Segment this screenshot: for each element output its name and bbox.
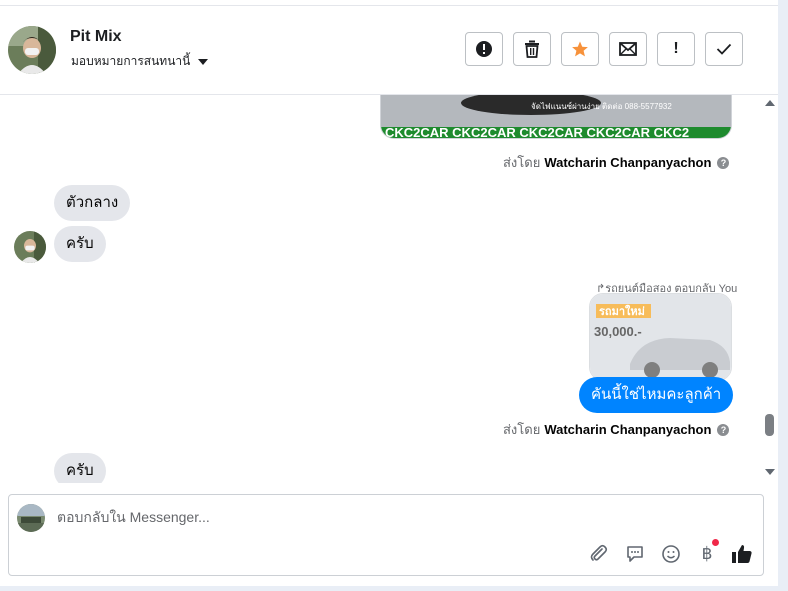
follow-up-button[interactable]: ! [657,32,695,66]
star-button[interactable] [561,32,599,66]
attached-image[interactable]: จัดไฟแนนซ์ผ่านง่าย ติดต่อ 088-5577932 CK… [380,95,732,139]
thumbs-up-icon[interactable] [731,543,753,565]
message-thread[interactable]: จัดไฟแนนซ์ผ่านง่าย ติดต่อ 088-5577932 CK… [0,95,778,483]
star-icon [572,41,588,57]
image-title: รถมาใหม่ [599,304,645,318]
sent-by-prefix: ส่งโดย [503,422,541,437]
avatar [14,231,46,263]
reply-composer: ฿ [8,494,764,576]
help-icon[interactable]: ? [717,156,730,169]
caret-down-icon [198,58,209,65]
outgoing-message[interactable]: คันนี้ใช่ไหมคะลูกค้า [579,377,734,413]
attach-icon[interactable] [588,543,610,565]
delete-button[interactable] [513,32,551,66]
assign-label: มอบหมายการสนทนานี้ [71,54,191,68]
scroll-down-icon[interactable] [765,469,775,475]
page-avatar [17,504,45,532]
mark-unread-button[interactable] [609,32,647,66]
scroll-up-icon[interactable] [765,100,775,106]
spam-button[interactable] [465,32,503,66]
image-price: 30,000.- [594,324,642,339]
check-icon [716,43,732,55]
sent-by-label: ส่งโดย Watcharin Chanpanyachon ? [503,152,730,173]
assign-conversation-dropdown[interactable]: มอบหมายการสนทนานี้ [71,52,209,71]
alert-circle-icon [476,41,492,57]
saved-replies-icon[interactable] [624,543,646,565]
image-banner-text: CKC2CAR CKC2CAR CKC2CAR CKC2CAR CKC2 [385,125,689,139]
reply-input[interactable] [57,505,557,529]
emoji-icon[interactable] [660,543,682,565]
incoming-message[interactable]: ครับ [54,453,106,483]
sender-name: Watcharin Chanpanyachon [544,155,712,170]
conversation-header: Pit Mix มอบหมายการสนทนานี้ ! [0,6,778,95]
avatar[interactable] [8,26,56,74]
payment-icon[interactable]: ฿ [696,543,718,565]
notification-dot [712,539,719,546]
exclamation-icon: ! [673,40,679,57]
scroll-thumb[interactable] [765,414,774,436]
sender-name: Watcharin Chanpanyachon [544,422,712,437]
window-edge [778,0,788,591]
image-caption: จัดไฟแนนซ์ผ่านง่าย ติดต่อ 088-5577932 [531,101,672,111]
incoming-message[interactable]: ตัวกลาง [54,185,131,221]
trash-icon [525,40,539,58]
envelope-icon [619,42,637,56]
incoming-message[interactable]: ครับ [54,226,106,262]
window-edge [0,586,778,591]
sent-by-prefix: ส่งโดย [503,155,541,170]
sent-by-label: ส่งโดย Watcharin Chanpanyachon ? [503,419,730,440]
replied-image[interactable]: รถมาใหม่ 30,000.- [589,293,732,381]
contact-name[interactable]: Pit Mix [70,28,122,46]
help-icon[interactable]: ? [717,423,730,436]
done-button[interactable] [705,32,743,66]
